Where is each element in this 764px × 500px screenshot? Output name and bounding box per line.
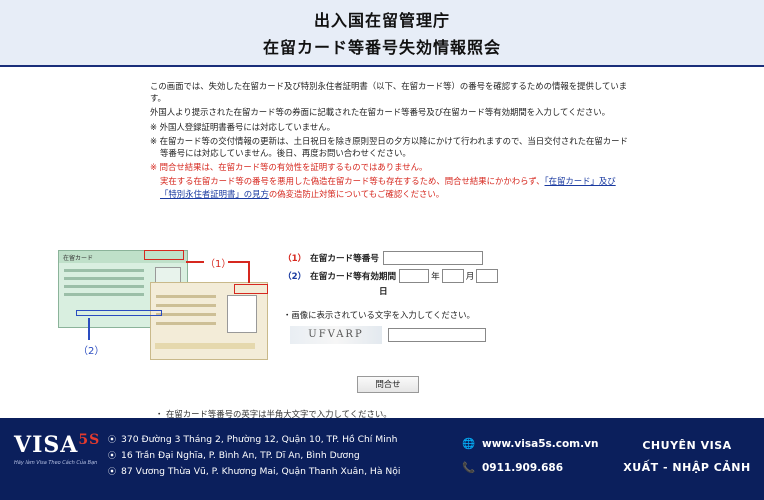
page-header: 出入国在留管理庁 在留カード等番号失効情報照会: [0, 0, 764, 67]
location-pin-icon: ⦿: [108, 467, 116, 476]
card-validity-strip: [155, 343, 255, 349]
card-number-label: 在留カード等番号: [310, 254, 379, 264]
marker-2: （2）: [78, 346, 105, 357]
location-pin-icon: ⦿: [108, 435, 116, 444]
validity-row: （2） 在留カード等有効期間 年 月: [283, 269, 499, 283]
card-text-lines: [156, 295, 216, 331]
address-text: 16 Trần Đại Nghĩa, P. Bình An, TP. Dĩ An…: [121, 450, 360, 461]
website-text: www.visa5s.com.vn: [482, 438, 599, 450]
day-label: 日: [379, 287, 388, 297]
contact-info: 🌐 www.visa5s.com.vn 📞 0911.909.686: [462, 432, 598, 480]
marker-1: （1）: [205, 259, 232, 270]
validity-month-input[interactable]: [441, 269, 464, 283]
logo-text: VISA: [14, 432, 79, 458]
warning-forgery: 実在する在留カード等の番号を悪用した偽造在留カード等も存在するため、問合せ結果に…: [150, 175, 630, 199]
arrow-line: [186, 261, 204, 263]
address-text: 87 Vương Thừa Vũ, P. Khương Mai, Quận Th…: [121, 466, 401, 477]
validity-label: 在留カード等有効期間: [310, 272, 397, 282]
address-item: ⦿ 87 Vương Thừa Vũ, P. Khương Mai, Quận T…: [108, 464, 400, 480]
card-photo: [227, 295, 257, 333]
phone-text: 0911.909.686: [482, 462, 564, 474]
query-submit-button[interactable]: 問合せ: [357, 376, 419, 393]
intro-paragraph-1: この画面では、失効した在留カード及び特別永住者証明書（以下、在留カード等）の番号…: [150, 81, 628, 104]
agency-title: 出入国在留管理庁: [313, 11, 450, 30]
note-alien-registration: ※ 外国人登録証明書番号には対応していません。: [150, 121, 336, 132]
captcha-instruction: ・画像に表示されている文字を入力してください。: [283, 310, 475, 320]
day-row: 日: [379, 284, 388, 298]
warning-forgery-tail: の偽変造防止対策についてもご確認ください。: [268, 188, 445, 199]
card-number-highlight: [144, 250, 184, 260]
phone-row[interactable]: 📞 0911.909.686: [462, 456, 598, 480]
logo-tagline: Hãy làm Visa Theo Cách Của Bạn: [14, 460, 98, 466]
visa5s-logo: VISA5S Hãy làm Visa Theo Cách Của Bạn: [14, 432, 104, 486]
promo-footer: VISA5S Hãy làm Visa Theo Cách Của Bạn ⦿ 3…: [0, 418, 764, 500]
card-number-highlight: [234, 284, 268, 294]
arrow-line: [88, 318, 90, 340]
logo-suffix: 5S: [78, 432, 101, 448]
location-pin-icon: ⦿: [108, 451, 116, 460]
phone-icon: 📞: [462, 462, 476, 474]
arrow-line: [248, 261, 250, 283]
service-line-2: XUẤT - NHẬP CẢNH: [623, 461, 751, 474]
intro-text: この画面では、失効した在留カード及び特別永住者証明書（以下、在留カード等）の番号…: [150, 80, 630, 202]
address-item: ⦿ 16 Trần Đại Nghĩa, P. Bình An, TP. Dĩ A…: [108, 448, 400, 464]
website-row[interactable]: 🌐 www.visa5s.com.vn: [462, 432, 598, 456]
page-title: 在留カード等番号失効情報照会: [262, 38, 501, 57]
globe-icon: 🌐: [462, 438, 476, 450]
intro-paragraph-2: 外国人より提示された在留カード等の券面に記載された在留カード等番号及び在留カード…: [150, 107, 610, 118]
captcha-image: UFVARP: [290, 326, 382, 344]
year-label: 年: [431, 272, 440, 282]
validity-highlight: [76, 310, 162, 316]
address-text: 370 Đường 3 Tháng 2, Phường 12, Quận 10,…: [121, 434, 398, 445]
field-2-number: （2）: [283, 272, 307, 282]
note-update-timing: ※ 在留カード等の交付情報の更新は、土日祝日を除き原則翌日の夕方以降にかけて行わ…: [150, 135, 628, 159]
address-list: ⦿ 370 Đường 3 Tháng 2, Phường 12, Quận 10…: [108, 432, 400, 480]
validity-year-input[interactable]: [399, 269, 430, 283]
card-sample-image: 在留カード （1） （2）: [58, 250, 270, 362]
validity-day-input[interactable]: [476, 269, 499, 283]
address-item: ⦿ 370 Đường 3 Tháng 2, Phường 12, Quận 10…: [108, 432, 400, 448]
card-number-input[interactable]: [382, 251, 483, 265]
service-tagline: CHUYÊN VISA XUẤT - NHẬP CẢNH: [612, 435, 762, 479]
card-text-lines: [64, 269, 144, 301]
card-number-row: （1） 在留カード等番号: [283, 251, 483, 265]
field-1-number: （1）: [283, 254, 307, 264]
service-line-1: CHUYÊN VISA: [642, 439, 732, 452]
warning-forgery-text: 実在する在留カード等の番号を悪用した偽造在留カード等も存在するため、問合せ結果に…: [160, 176, 545, 187]
warning-validity: ※ 問合せ結果は、在留カード等の有効性を証明するものではありません。: [150, 162, 428, 173]
month-label: 月: [465, 272, 475, 282]
captcha-input[interactable]: [388, 328, 486, 342]
